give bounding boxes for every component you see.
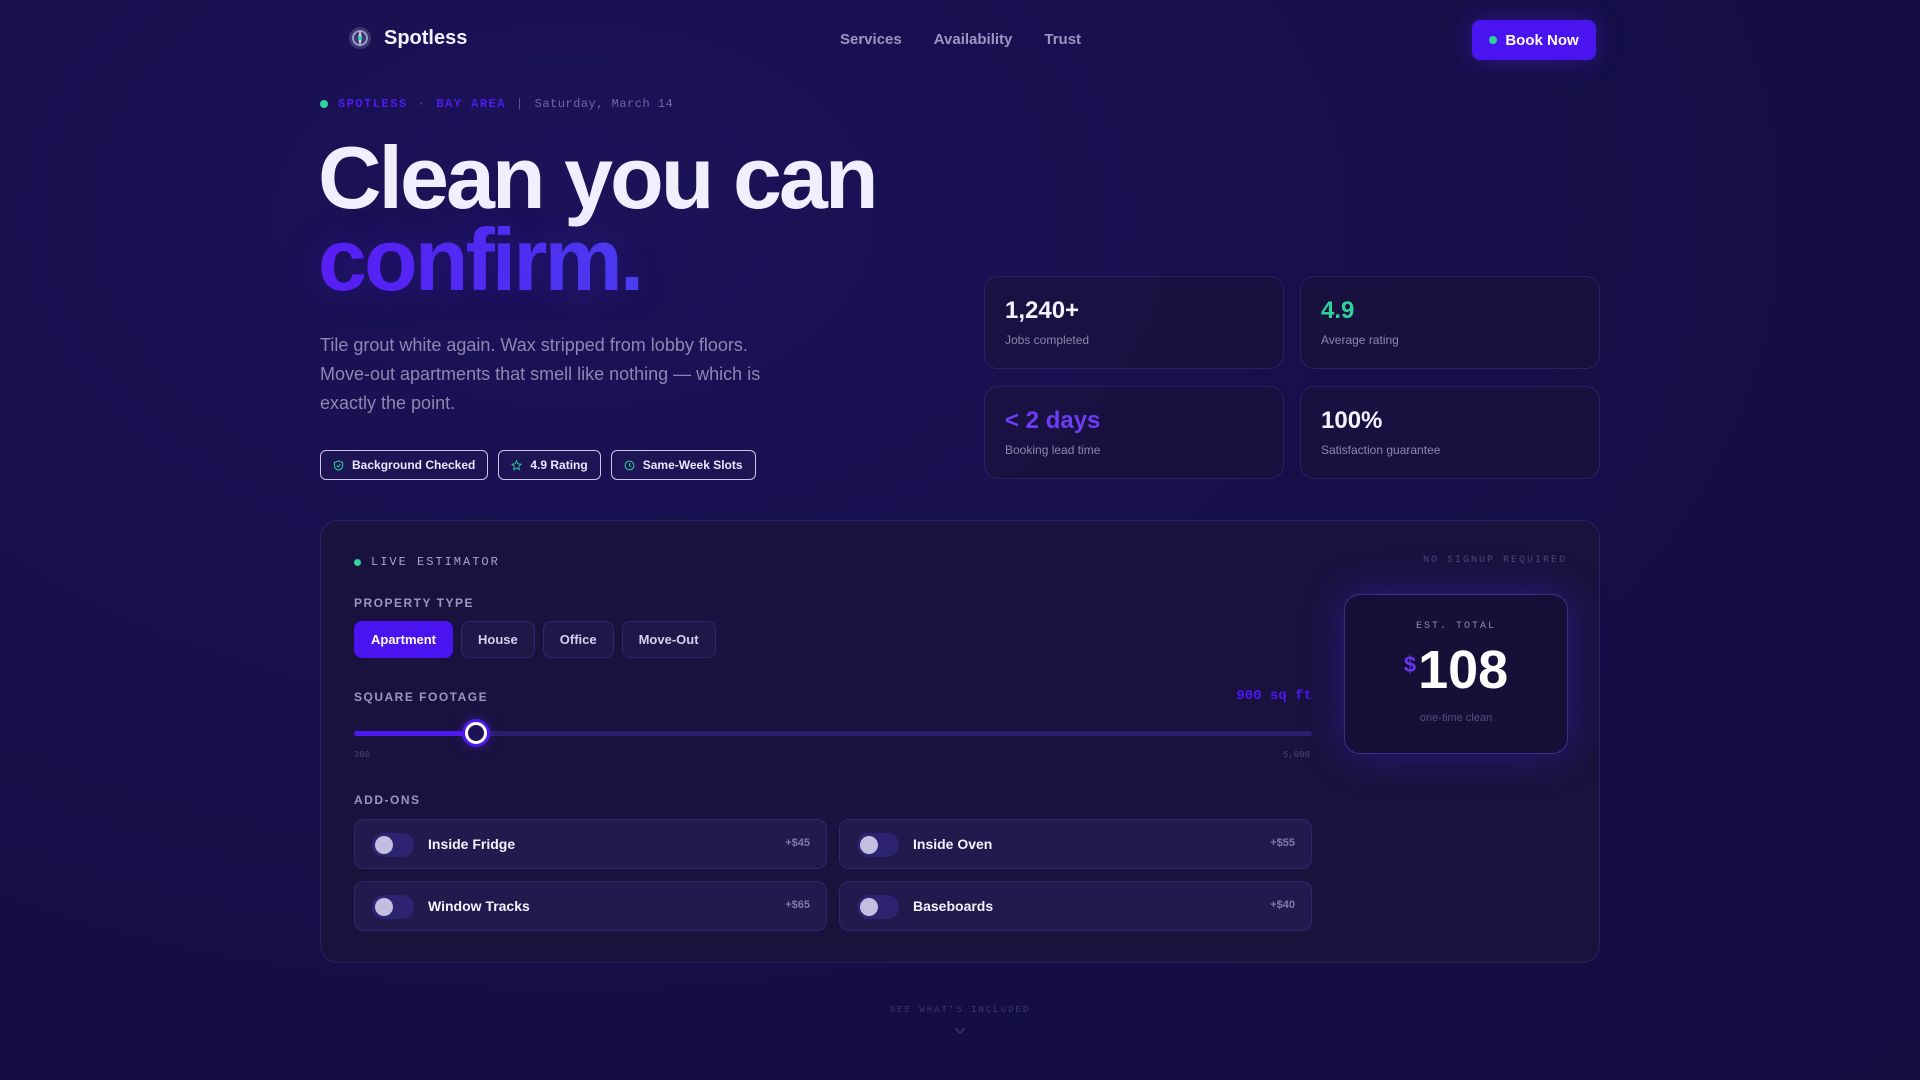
addon-name: Baseboards <box>913 898 994 914</box>
toggle-knob <box>375 836 393 854</box>
total-amount: $ 108 <box>1345 640 1567 700</box>
addons-label: ADD-ONS <box>354 793 421 807</box>
property-type-house[interactable]: House <box>461 621 535 658</box>
total-subtitle: one-time clean <box>1419 712 1493 724</box>
hero-title-line1: Clean you can <box>318 128 879 227</box>
stat-value: 100% <box>1321 407 1383 434</box>
logo-icon <box>349 27 371 49</box>
stat-card-jobs: 1,240+ Jobs completed <box>984 276 1284 369</box>
toggle-knob <box>860 898 878 916</box>
hero-title-line2: confirm. <box>318 216 876 304</box>
property-type-selector: Apartment House Office Move-Out <box>354 621 716 658</box>
eyebrow-date: Saturday, March 14 <box>534 97 674 111</box>
property-type-apartment[interactable]: Apartment <box>354 621 454 658</box>
stat-label: Booking lead time <box>1005 443 1101 457</box>
chevron-down-icon[interactable] <box>953 1024 967 1038</box>
live-dot-icon <box>354 558 361 566</box>
square-footage-slider[interactable] <box>354 722 1312 744</box>
brand-logo[interactable]: Spotless <box>348 26 467 50</box>
addon-toggle[interactable] <box>372 895 414 919</box>
total-currency: $ <box>1403 652 1417 677</box>
scroll-cue[interactable]: SEE WHAT'S INCLUDED <box>0 1005 1920 1015</box>
total-value: 108 <box>1418 640 1509 700</box>
nav-link-availability[interactable]: Availability <box>934 31 1013 48</box>
stat-label: Satisfaction guarantee <box>1321 443 1441 457</box>
addon-name: Inside Oven <box>913 836 993 852</box>
total-label: EST. TOTAL <box>1415 621 1496 632</box>
stat-label: Average rating <box>1321 333 1399 347</box>
chip-label: Background Checked <box>352 458 476 472</box>
toggle-knob <box>860 836 878 854</box>
nav-link-services[interactable]: Services <box>840 31 902 48</box>
addon-toggle[interactable] <box>372 833 414 857</box>
toggle-knob <box>375 898 393 916</box>
estimator-title: LIVE ESTIMATOR <box>371 555 500 569</box>
star-icon <box>511 459 523 471</box>
chip-label: 4.9 Rating <box>530 458 588 472</box>
eyebrow-region: BAY AREA <box>436 97 506 111</box>
trust-chips: Background Checked 4.9 Rating Same-Week … <box>320 450 756 480</box>
addon-name: Inside Fridge <box>428 836 516 852</box>
addon-price: +$45 <box>785 837 810 849</box>
addon-price: +$55 <box>1270 837 1295 849</box>
chip-same-week: Same-Week Slots <box>610 450 756 480</box>
square-footage-label: SQUARE FOOTAGE <box>354 690 489 704</box>
addon-baseboards[interactable]: Baseboards +$40 <box>839 881 1312 931</box>
eyebrow-separator: | <box>515 97 525 111</box>
slider-min-label: 300 <box>354 750 371 760</box>
clock-icon <box>624 460 635 470</box>
slider-thumb[interactable] <box>465 722 487 744</box>
nav-links: Services Availability Trust <box>840 31 1081 48</box>
stat-label: Jobs completed <box>1005 333 1090 347</box>
nav-link-trust[interactable]: Trust <box>1044 31 1081 48</box>
slider-fill <box>354 731 476 736</box>
property-type-office[interactable]: Office <box>542 621 614 658</box>
stat-card-lead-time: < 2 days Booking lead time <box>984 386 1284 479</box>
estimator-header: LIVE ESTIMATOR <box>354 555 500 569</box>
addon-price: +$65 <box>785 899 810 911</box>
book-now-label: Book Now <box>1505 31 1579 49</box>
stat-value: 1,240+ <box>1005 297 1080 324</box>
stat-card-rating: 4.9 Average rating <box>1300 276 1600 369</box>
live-dot-icon <box>320 100 328 108</box>
slider-max-label: 5,000 <box>1283 750 1311 760</box>
square-footage-value: 900 sq ft <box>1236 688 1312 704</box>
hero-title: Clean you can confirm. <box>318 128 879 304</box>
eyebrow-brand: SPOTLESS <box>338 97 408 111</box>
addon-name: Window Tracks <box>428 898 530 914</box>
top-nav: Spotless Services Availability Trust Boo… <box>320 0 1600 80</box>
chip-background-checked: Background Checked <box>320 450 489 480</box>
book-now-button[interactable]: Book Now <box>1472 20 1596 60</box>
eyebrow: SPOTLESS · BAY AREA | Saturday, March 14 <box>320 97 673 111</box>
property-type-label: PROPERTY TYPE <box>354 596 474 610</box>
eyebrow-dot: · <box>417 97 427 111</box>
addon-price: +$40 <box>1270 899 1295 911</box>
chip-rating: 4.9 Rating <box>498 450 601 480</box>
property-type-move-out[interactable]: Move-Out <box>621 621 716 658</box>
stat-card-guarantee: 100% Satisfaction guarantee <box>1300 386 1600 479</box>
shield-check-icon <box>333 459 344 471</box>
live-estimator-panel: LIVE ESTIMATOR NO SIGNUP REQUIRED PROPER… <box>320 520 1600 963</box>
addon-window-tracks[interactable]: Window Tracks +$65 <box>354 881 827 931</box>
stat-value: 4.9 <box>1321 297 1355 324</box>
hero-lede: Tile grout white again. Wax stripped fro… <box>320 335 761 413</box>
addon-inside-oven[interactable]: Inside Oven +$55 <box>839 819 1312 869</box>
addon-toggle[interactable] <box>857 833 899 857</box>
estimated-total-card: EST. TOTAL $ 108 one-time clean <box>1344 594 1568 754</box>
addon-toggle[interactable] <box>857 895 899 919</box>
brand-name: Spotless <box>384 26 468 49</box>
stat-value: < 2 days <box>1005 407 1101 434</box>
status-dot-icon <box>1489 36 1498 44</box>
addon-inside-fridge[interactable]: Inside Fridge +$45 <box>354 819 827 869</box>
chip-label: Same-Week Slots <box>642 458 743 472</box>
no-signup-badge: NO SIGNUP REQUIRED <box>1422 555 1567 566</box>
